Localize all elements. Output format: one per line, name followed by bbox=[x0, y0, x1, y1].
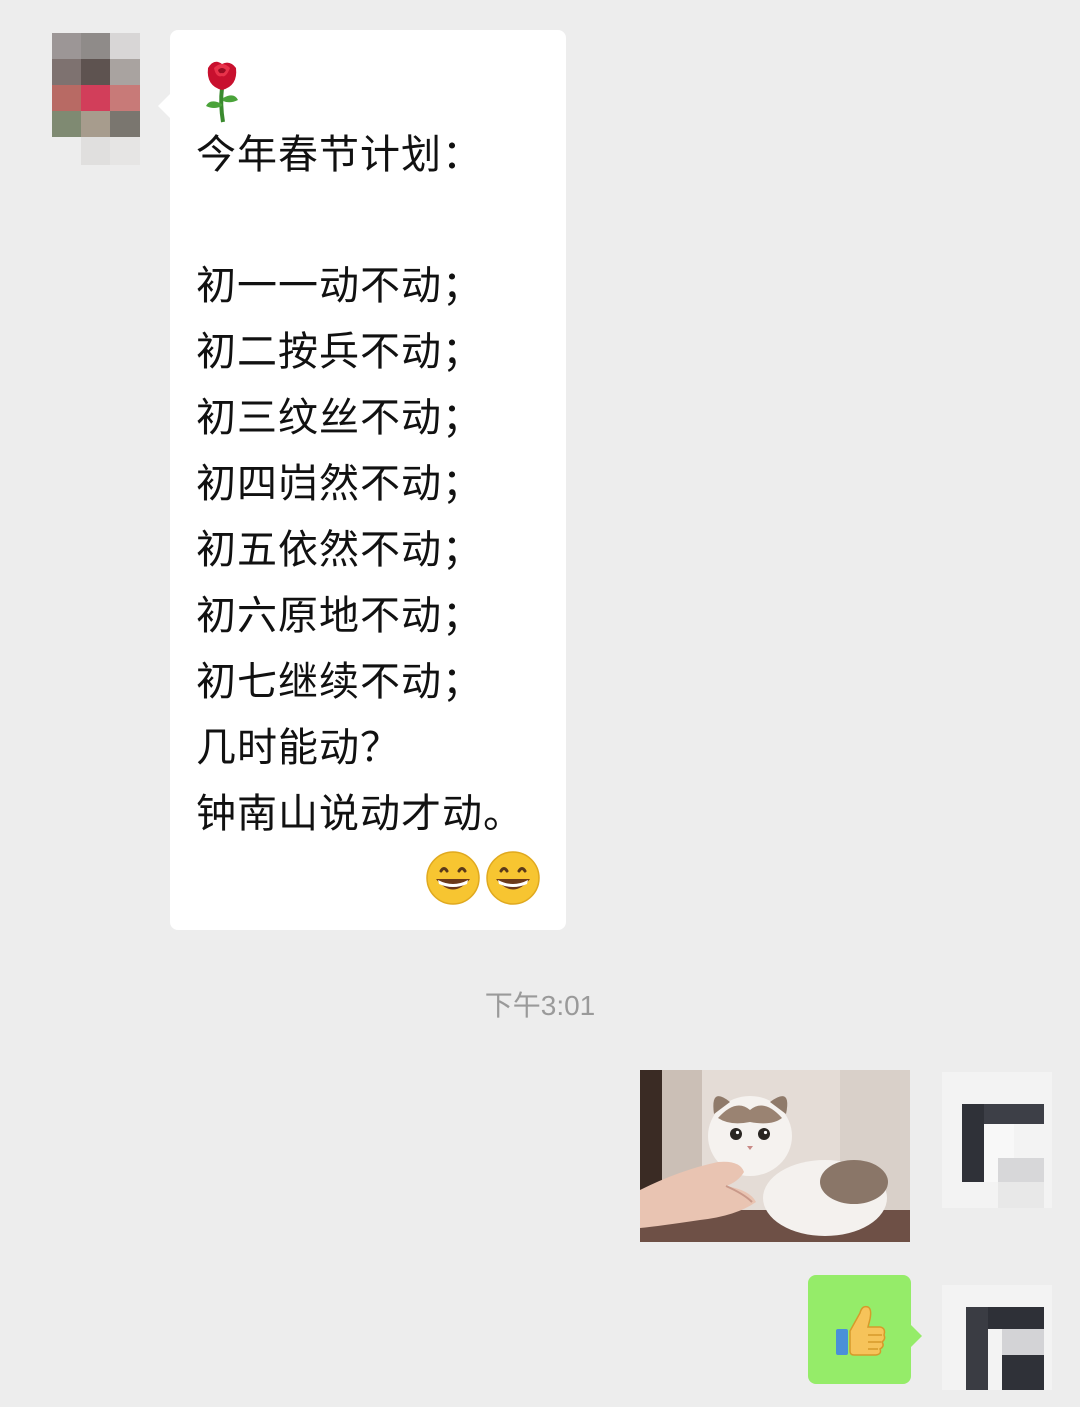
message-line-day7: 初七继续不动； bbox=[196, 659, 483, 705]
my-avatar[interactable] bbox=[942, 1072, 1052, 1208]
message-line-day2: 初二按兵不动； bbox=[196, 329, 483, 375]
message-line-answer: 钟南山说动才动。 bbox=[196, 791, 524, 837]
message-line-day3: 初三纹丝不动； bbox=[196, 395, 483, 441]
message-line-day6: 初六原地不动； bbox=[196, 593, 483, 639]
sender-avatar[interactable] bbox=[52, 33, 140, 165]
message-line-day4: 初四岿然不动； bbox=[196, 461, 483, 507]
cat-image-message[interactable] bbox=[640, 1070, 910, 1242]
thumbs-up-icon bbox=[836, 1305, 886, 1356]
message-line-day1: 初一一动不动； bbox=[196, 263, 483, 309]
incoming-message-bubble[interactable]: 今年春节计划： 初一一动不动； 初二按兵不动； 初三纹丝不动； 初四岿然不动； … bbox=[158, 30, 566, 930]
grinning-face-icon bbox=[486, 851, 540, 905]
thumbs-up-message-bubble[interactable] bbox=[808, 1275, 922, 1384]
message-line-title: 今年春节计划： bbox=[196, 132, 483, 178]
rose-emoji-icon bbox=[206, 61, 238, 123]
my-avatar[interactable] bbox=[942, 1285, 1052, 1390]
message-line-day5: 初五依然不动； bbox=[196, 527, 483, 573]
message-line-question: 几时能动？ bbox=[196, 725, 401, 771]
cat-photo-image bbox=[640, 1070, 910, 1242]
message-timestamp: 下午3:01 bbox=[484, 990, 596, 1021]
grinning-face-icon bbox=[426, 851, 480, 905]
